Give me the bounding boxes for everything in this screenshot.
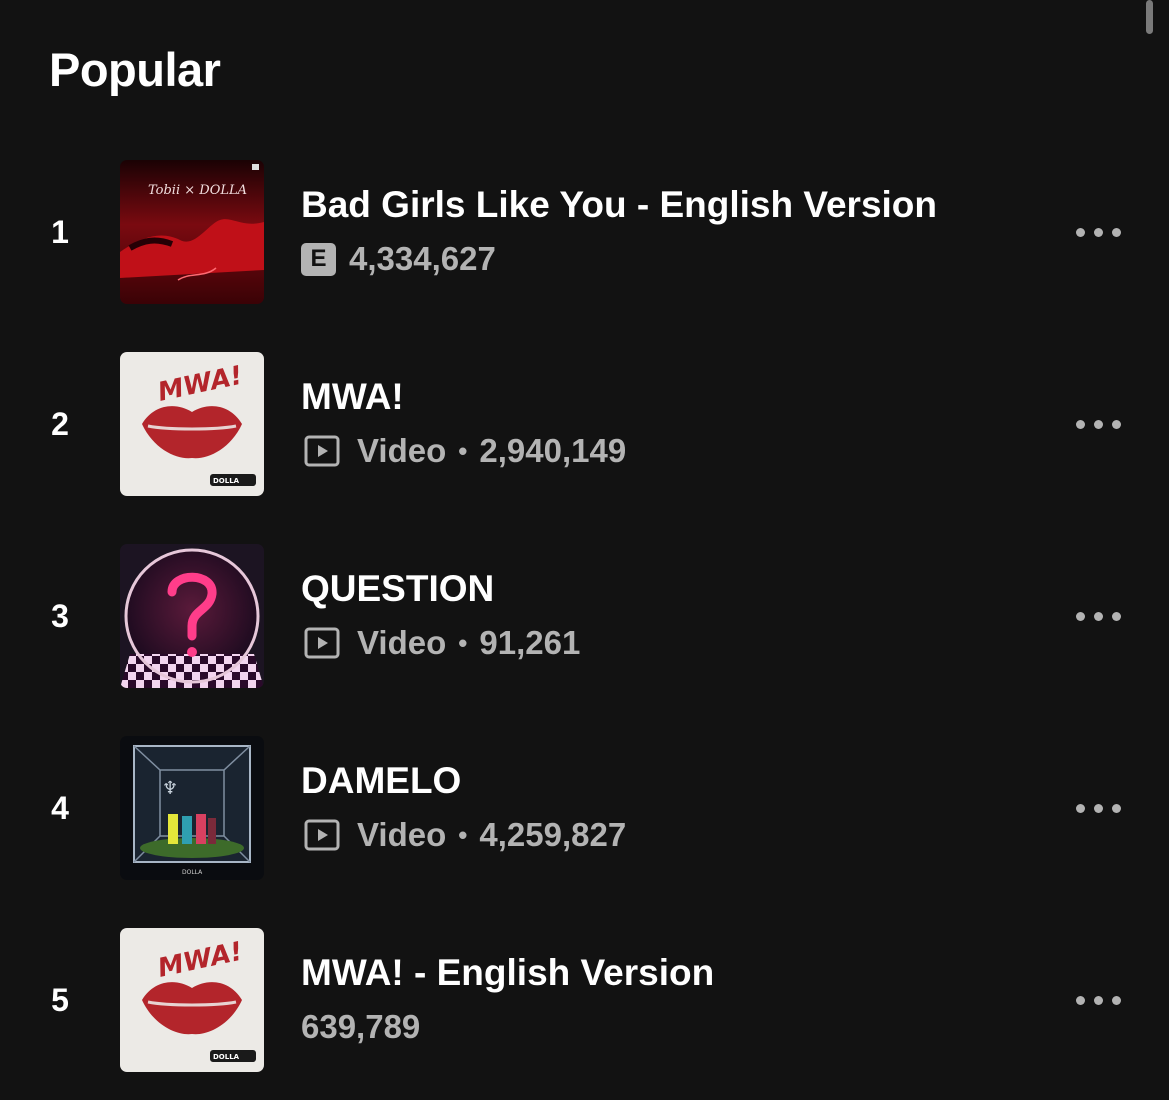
album-art-badge: DOLLA [213,477,240,485]
track-number: 4 [51,790,69,826]
album-art[interactable]: ♆ DOLLA [120,736,264,880]
more-dot-icon [1093,995,1103,1005]
track-title[interactable]: Bad Girls Like You - English Version [301,182,937,228]
track-row[interactable]: 4 ♆ DOLLA DAMELO Video • 4,259,827 [0,736,1169,880]
track-number: 5 [51,982,69,1018]
album-art-badge: DOLLA [213,1053,240,1061]
more-dot-icon [1075,803,1085,813]
album-art-caption: Tobii × DOLLA [148,183,247,198]
svg-text:♆: ♆ [162,778,178,799]
more-dot-icon [1093,611,1103,621]
separator-dot: • [458,627,468,658]
more-dot-icon [1111,419,1121,429]
track-title[interactable]: QUESTION [301,566,494,612]
track-row[interactable]: 5 MWA! DOLLA MWA! - English Version 639,… [0,928,1169,1072]
album-art-image: MWA! DOLLA [120,928,264,1072]
video-label: Video [357,624,447,661]
separator-dot: • [458,819,468,850]
track-row[interactable]: 3 QUESTION Video • 91,261 [0,544,1169,688]
video-icon [304,819,340,851]
track-number: 1 [51,214,69,250]
album-art[interactable]: MWA! DOLLA [120,352,264,496]
track-number: 2 [51,406,69,442]
video-icon [304,435,340,467]
track-title[interactable]: MWA! [301,374,404,420]
more-options-button[interactable] [1066,786,1130,830]
album-art-caption: DOLLA [182,869,203,876]
scrollbar-thumb[interactable] [1146,0,1153,34]
more-dot-icon [1111,803,1121,813]
play-count: 91,261 [479,624,581,661]
video-label: Video [357,816,447,853]
album-art[interactable] [120,544,264,688]
more-dot-icon [1093,227,1103,237]
separator-dot: • [458,435,468,466]
more-options-button[interactable] [1066,978,1130,1022]
section-title: Popular [49,43,221,96]
more-dot-icon [1111,995,1121,1005]
track-meta: E 4,334,627 [301,238,496,280]
track-meta: 639,789 [301,1006,420,1048]
video-icon [304,627,340,659]
more-dot-icon [1075,611,1085,621]
more-dot-icon [1093,803,1103,813]
track-title[interactable]: MWA! - English Version [301,950,714,996]
more-dot-icon [1093,419,1103,429]
track-meta: Video • 91,261 [301,622,580,664]
more-dot-icon [1075,227,1085,237]
album-art[interactable]: Tobii × DOLLA [120,160,264,304]
popular-tracks-page: Popular 1 Tobii × DOLLA Bad Girls Like Y… [0,0,1169,1100]
play-count: 2,940,149 [479,432,627,469]
album-art-image: ♆ DOLLA [120,736,264,880]
track-number: 3 [51,598,69,634]
more-dot-icon [1111,227,1121,237]
play-count: 4,334,627 [349,240,496,277]
album-art-image: Tobii × DOLLA [120,160,264,304]
more-dot-icon [1111,611,1121,621]
track-row[interactable]: 1 Tobii × DOLLA Bad Girls Like You - Eng… [0,160,1169,304]
more-dot-icon [1075,419,1085,429]
more-dot-icon [1075,995,1085,1005]
track-meta: Video • 2,940,149 [301,430,626,472]
explicit-badge-icon: E [301,242,336,276]
more-options-button[interactable] [1066,594,1130,638]
track-meta: Video • 4,259,827 [301,814,626,856]
more-options-button[interactable] [1066,210,1130,254]
track-row[interactable]: 2 MWA! DOLLA MWA! Video • 2,940,149 [0,352,1169,496]
play-count: 4,259,827 [479,816,627,853]
video-label: Video [357,432,447,469]
album-art-image [120,544,264,688]
album-art[interactable]: MWA! DOLLA [120,928,264,1072]
play-count: 639,789 [301,1008,421,1045]
track-title[interactable]: DAMELO [301,758,461,804]
album-art-image: MWA! DOLLA [120,352,264,496]
more-options-button[interactable] [1066,402,1130,446]
